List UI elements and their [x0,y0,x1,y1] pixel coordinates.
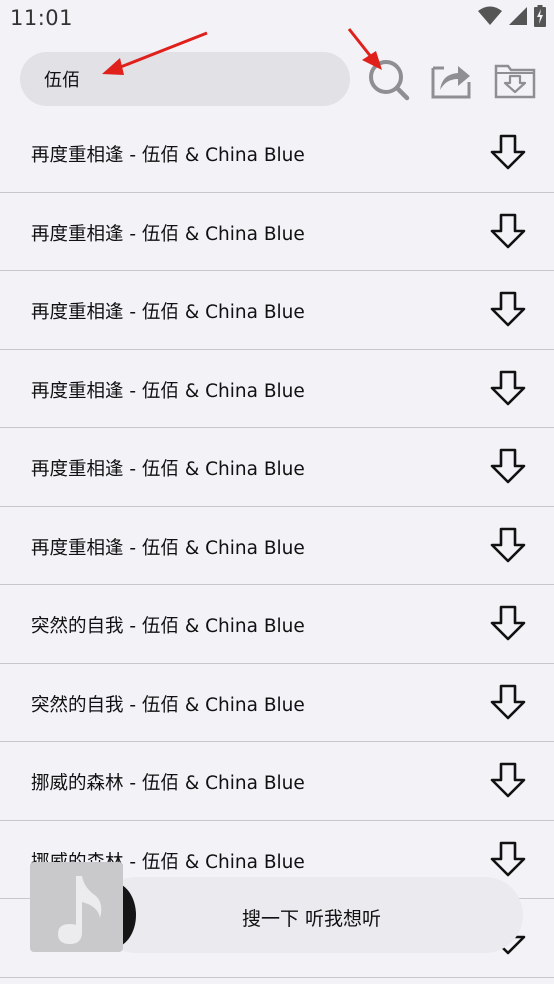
download-icon[interactable] [488,290,528,330]
song-title: 再度重相逢 - 伍佰 & China Blue [31,380,305,402]
download-icon[interactable] [488,447,528,487]
song-title: 再度重相逢 - 伍佰 & China Blue [31,537,305,559]
download-icon[interactable] [488,683,528,723]
status-bar: 11:01 [0,0,554,38]
battery-charging-icon [534,5,546,31]
download-icon[interactable] [488,761,528,801]
mini-player[interactable]: 搜一下 听我想听 [30,862,523,953]
song-list-item[interactable]: 再度重相逢 - 伍佰 & China Blue [0,428,554,507]
song-title: 突然的自我 - 伍佰 & China Blue [31,694,305,716]
song-list-item[interactable]: 突然的自我 - 伍佰 & China Blue [0,664,554,742]
song-list-item[interactable]: 再度重相逢 - 伍佰 & China Blue [0,114,554,193]
music-note-icon [58,876,102,944]
wifi-icon [478,6,502,30]
song-list-item[interactable]: 再度重相逢 - 伍佰 & China Blue [0,350,554,428]
toolbar [0,38,554,120]
song-list: 再度重相逢 - 伍佰 & China Blue 再度重相逢 - 伍佰 & Chi… [0,114,554,978]
download-icon[interactable] [488,604,528,644]
song-title: 再度重相逢 - 伍佰 & China Blue [31,302,305,323]
search-input[interactable] [20,52,350,106]
song-list-item[interactable]: 再度重相逢 - 伍佰 & China Blue [0,271,554,350]
player-prompt: 搜一下 听我想听 [242,908,382,930]
song-title: 突然的自我 - 伍佰 & China Blue [31,616,305,637]
share-icon [431,66,471,99]
search-icon [369,60,410,101]
signal-icon [508,6,528,30]
save-icon [494,64,536,99]
song-title: 挪威的森林 - 伍佰 & China Blue [31,773,305,794]
share-button[interactable] [430,60,472,100]
song-title: 再度重相逢 - 伍佰 & China Blue [31,459,305,480]
download-icon[interactable] [488,133,528,173]
download-icon[interactable] [488,526,528,566]
song-title: 再度重相逢 - 伍佰 & China Blue [31,145,305,166]
song-title: 再度重相逢 - 伍佰 & China Blue [31,223,305,245]
song-list-item[interactable]: 挪威的森林 - 伍佰 & China Blue [0,742,554,821]
status-time: 11:01 [10,6,74,30]
save-button[interactable] [494,60,536,100]
download-icon[interactable] [488,369,528,409]
status-icons [478,5,546,31]
song-list-item[interactable]: 再度重相逢 - 伍佰 & China Blue [0,507,554,585]
album-art[interactable] [30,862,123,952]
search-button[interactable] [366,58,410,102]
song-list-item[interactable]: 再度重相逢 - 伍佰 & China Blue [0,193,554,271]
song-list-item[interactable]: 突然的自我 - 伍佰 & China Blue [0,585,554,664]
download-icon[interactable] [488,212,528,252]
